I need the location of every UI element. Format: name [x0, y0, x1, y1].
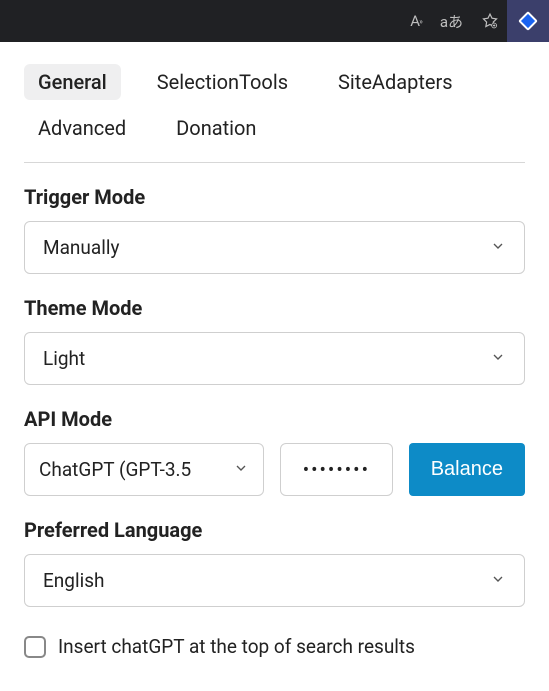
balance-button[interactable]: Balance — [409, 443, 525, 496]
chevron-down-icon — [490, 236, 506, 259]
chevron-down-icon — [490, 569, 506, 592]
tab-advanced[interactable]: Advanced — [24, 110, 140, 146]
insert-top-row: Insert chatGPT at the top of search resu… — [24, 635, 525, 658]
api-mode-value: ChatGPT (GPT-3.5 — [39, 458, 191, 481]
theme-mode-section: Theme Mode Light — [24, 296, 525, 385]
tab-selection-tools[interactable]: SelectionTools — [143, 64, 302, 100]
browser-topbar: A» aあ — [0, 0, 549, 42]
tab-general[interactable]: General — [24, 64, 121, 100]
insert-top-label: Insert chatGPT at the top of search resu… — [58, 635, 415, 658]
api-mode-label: API Mode — [24, 407, 525, 431]
trigger-mode-section: Trigger Mode Manually — [24, 185, 525, 274]
tab-donation[interactable]: Donation — [162, 110, 270, 146]
api-mode-select[interactable]: ChatGPT (GPT-3.5 — [24, 443, 264, 496]
trigger-mode-select[interactable]: Manually — [24, 221, 525, 274]
theme-mode-value: Light — [43, 347, 85, 370]
preferred-language-select[interactable]: English — [24, 554, 525, 607]
chevron-down-icon — [233, 458, 249, 481]
extension-button[interactable] — [507, 0, 549, 42]
trigger-mode-value: Manually — [43, 236, 119, 259]
tab-site-adapters[interactable]: SiteAdapters — [324, 64, 467, 100]
trigger-mode-label: Trigger Mode — [24, 185, 525, 209]
chevron-down-icon — [490, 347, 506, 370]
insert-top-checkbox[interactable] — [24, 636, 46, 658]
theme-mode-select[interactable]: Light — [24, 332, 525, 385]
theme-mode-label: Theme Mode — [24, 296, 525, 320]
topbar-icons: A» aあ — [410, 11, 499, 32]
tabs: General SelectionTools SiteAdapters Adva… — [24, 64, 525, 163]
extension-icon — [518, 11, 538, 31]
api-mode-section: API Mode ChatGPT (GPT-3.5 Balance — [24, 407, 525, 496]
api-key-input[interactable] — [280, 443, 393, 496]
preferred-language-section: Preferred Language English — [24, 518, 525, 607]
translate-icon[interactable]: aあ — [440, 11, 463, 32]
read-aloud-icon[interactable]: A» — [410, 12, 422, 30]
preferred-language-label: Preferred Language — [24, 518, 525, 542]
preferred-language-value: English — [43, 569, 104, 592]
settings-panel: General SelectionTools SiteAdapters Adva… — [0, 42, 549, 658]
favorites-icon[interactable] — [481, 12, 499, 30]
